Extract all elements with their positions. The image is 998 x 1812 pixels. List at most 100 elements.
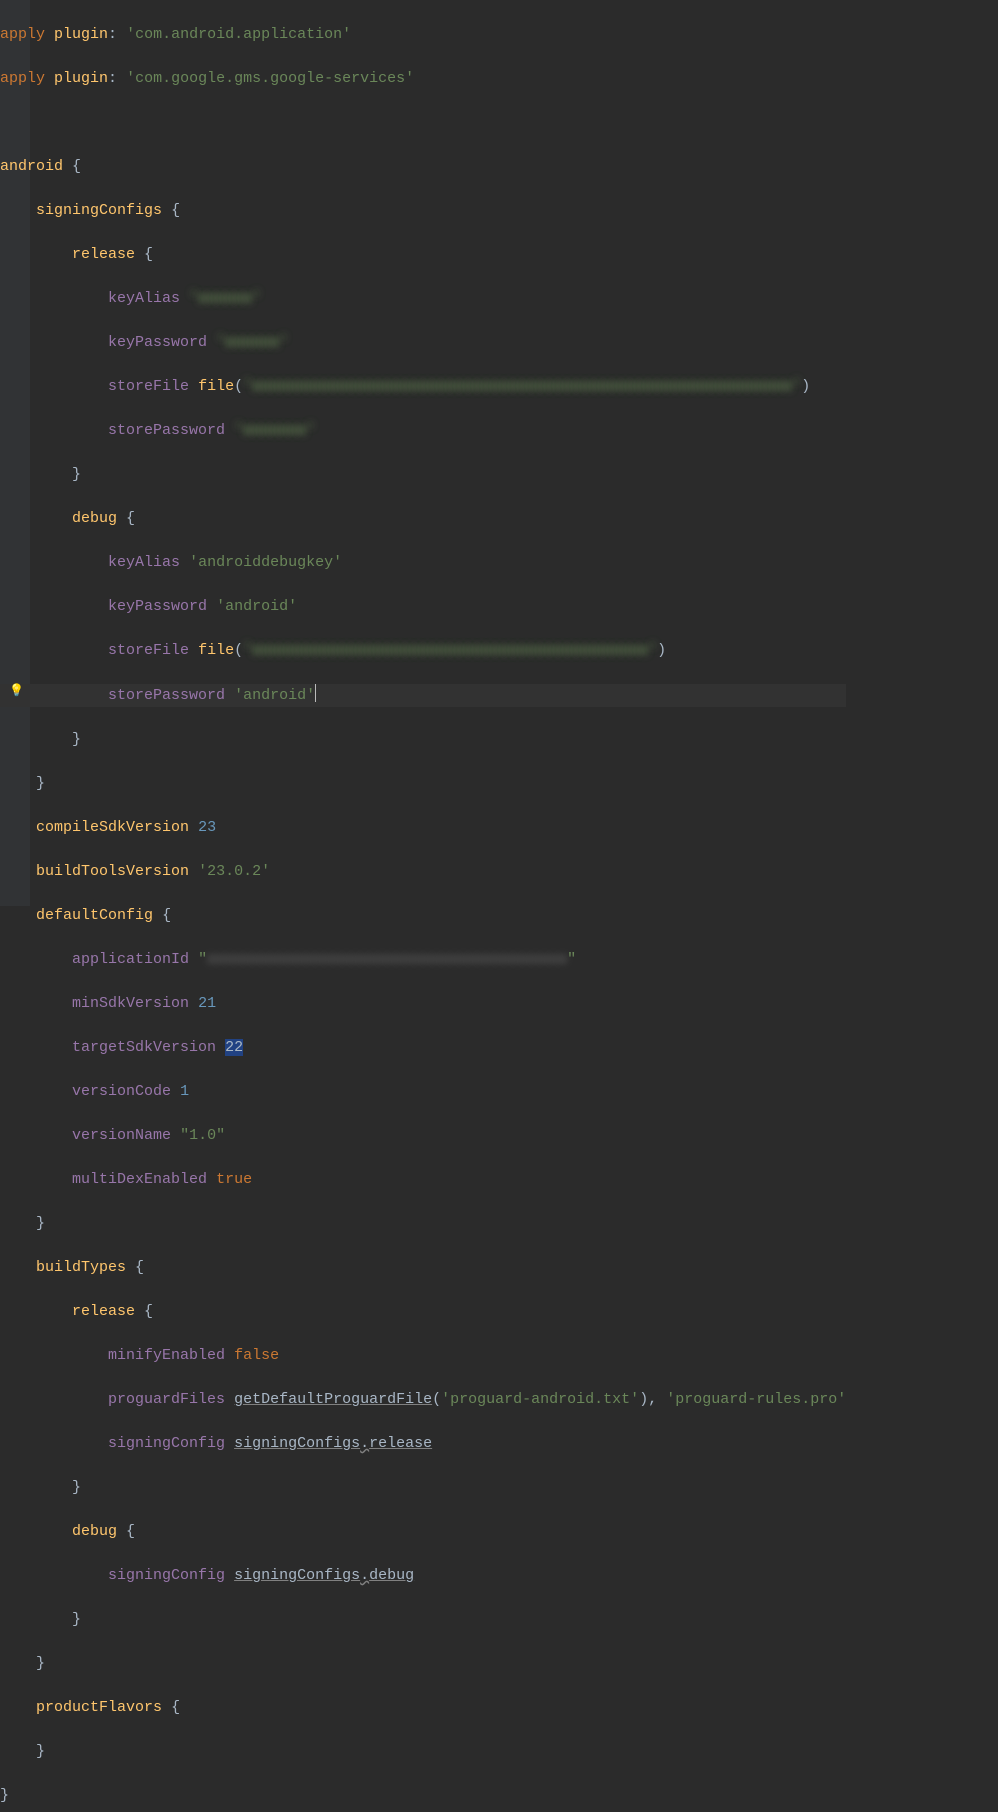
property: versionCode: [72, 1083, 171, 1100]
identifier: android: [0, 158, 63, 175]
code-line[interactable]: }: [0, 729, 846, 751]
reference: signingConfigs: [234, 1435, 360, 1452]
brace: }: [36, 1215, 45, 1232]
code-line[interactable]: release {: [0, 1301, 846, 1323]
brace: {: [171, 202, 180, 219]
paren: ): [801, 378, 810, 395]
text-cursor: [315, 684, 316, 702]
reference: release: [369, 1435, 432, 1452]
brace: {: [144, 246, 153, 263]
code-line[interactable]: }: [0, 1653, 846, 1675]
code-line[interactable]: storeFile file('xxxxxxxxxxxxxxxxxxxxxxxx…: [0, 640, 846, 662]
boolean: true: [216, 1171, 252, 1188]
property: storePassword: [108, 422, 225, 439]
code-line[interactable]: debug {: [0, 508, 846, 530]
dot: .: [360, 1435, 369, 1452]
identifier: compileSdkVersion: [36, 819, 189, 836]
code-line[interactable]: signingConfig signingConfigs.release: [0, 1433, 846, 1455]
code-line[interactable]: signingConfig signingConfigs.debug: [0, 1565, 846, 1587]
code-line[interactable]: applicationId "xxxxxxxxxxxxxxxxxxxxxxxxx…: [0, 949, 846, 971]
paren: (: [234, 378, 243, 395]
string: 'com.android.application': [126, 26, 351, 43]
property: multiDexEnabled: [72, 1171, 207, 1188]
comma: ,: [648, 1391, 657, 1408]
paren: ): [639, 1391, 648, 1408]
code-line[interactable]: }: [0, 1609, 846, 1631]
code-line[interactable]: keyAlias 'androiddebugkey': [0, 552, 846, 574]
identifier: plugin: [54, 26, 108, 43]
code-line[interactable]: compileSdkVersion 23: [0, 817, 846, 839]
code-line[interactable]: [0, 112, 846, 134]
code-line[interactable]: storePassword 'xxxxxxx': [0, 420, 846, 442]
number: 1: [180, 1083, 189, 1100]
punct: :: [108, 26, 117, 43]
boolean: false: [234, 1347, 279, 1364]
property: proguardFiles: [108, 1391, 225, 1408]
redacted-text: 'xxxxxx': [189, 290, 261, 307]
keyword: apply: [0, 70, 45, 87]
reference: debug: [369, 1567, 414, 1584]
code-line[interactable]: android {: [0, 156, 846, 178]
string: 'androiddebugkey': [189, 554, 342, 571]
paren: ): [657, 642, 666, 659]
property: storeFile: [108, 642, 189, 659]
brace: {: [162, 907, 171, 924]
property: versionName: [72, 1127, 171, 1144]
code-line[interactable]: signingConfigs {: [0, 200, 846, 222]
code-line[interactable]: buildTypes {: [0, 1257, 846, 1279]
string: 'android': [216, 598, 297, 615]
code-line[interactable]: buildToolsVersion '23.0.2': [0, 861, 846, 883]
brace: {: [171, 1699, 180, 1716]
code-line-current[interactable]: 💡 storePassword 'android': [0, 684, 846, 707]
function-call: file: [198, 378, 234, 395]
string-quote: ": [567, 951, 576, 968]
code-line[interactable]: productFlavors {: [0, 1697, 846, 1719]
code-editor-content[interactable]: apply plugin: 'com.android.application' …: [0, 0, 846, 1812]
identifier: productFlavors: [36, 1699, 162, 1716]
code-line[interactable]: proguardFiles getDefaultProguardFile('pr…: [0, 1389, 846, 1411]
brace: }: [0, 1787, 9, 1804]
identifier: defaultConfig: [36, 907, 153, 924]
code-line[interactable]: versionName "1.0": [0, 1125, 846, 1147]
code-line[interactable]: targetSdkVersion 22: [0, 1037, 846, 1059]
brace: }: [72, 731, 81, 748]
brace: {: [126, 1523, 135, 1540]
paren: (: [234, 642, 243, 659]
property: signingConfig: [108, 1435, 225, 1452]
code-line[interactable]: debug {: [0, 1521, 846, 1543]
code-line[interactable]: }: [0, 1741, 846, 1763]
code-line[interactable]: keyPassword 'xxxxxx': [0, 332, 846, 354]
code-line[interactable]: apply plugin: 'com.google.gms.google-ser…: [0, 68, 846, 90]
code-line[interactable]: }: [0, 1785, 846, 1807]
code-line[interactable]: keyAlias 'xxxxxx': [0, 288, 846, 310]
code-line[interactable]: defaultConfig {: [0, 905, 846, 927]
code-line[interactable]: keyPassword 'android': [0, 596, 846, 618]
code-line[interactable]: }: [0, 773, 846, 795]
identifier: release: [72, 246, 135, 263]
code-line[interactable]: storeFile file('xxxxxxxxxxxxxxxxxxxxxxxx…: [0, 376, 846, 398]
brace: }: [36, 775, 45, 792]
brace: }: [36, 1655, 45, 1672]
property: applicationId: [72, 951, 189, 968]
code-line[interactable]: multiDexEnabled true: [0, 1169, 846, 1191]
brace: {: [135, 1259, 144, 1276]
string-quote: ": [198, 951, 207, 968]
punct: :: [108, 70, 117, 87]
code-line[interactable]: minifyEnabled false: [0, 1345, 846, 1367]
property: minifyEnabled: [108, 1347, 225, 1364]
brace: }: [72, 466, 81, 483]
code-line[interactable]: }: [0, 464, 846, 486]
reference: signingConfigs: [234, 1567, 360, 1584]
code-line[interactable]: apply plugin: 'com.android.application': [0, 24, 846, 46]
code-line[interactable]: release {: [0, 244, 846, 266]
brace: }: [72, 1611, 81, 1628]
code-line[interactable]: versionCode 1: [0, 1081, 846, 1103]
intention-bulb-icon[interactable]: 💡: [9, 684, 23, 698]
code-line[interactable]: minSdkVersion 21: [0, 993, 846, 1015]
function-call: getDefaultProguardFile: [234, 1391, 432, 1408]
redacted-text: 'xxxxxxxxxxxxxxxxxxxxxxxxxxxxxxxxxxxxxxx…: [243, 642, 657, 659]
property: targetSdkVersion: [72, 1039, 216, 1056]
code-line[interactable]: }: [0, 1477, 846, 1499]
property: keyAlias: [108, 554, 180, 571]
code-line[interactable]: }: [0, 1213, 846, 1235]
